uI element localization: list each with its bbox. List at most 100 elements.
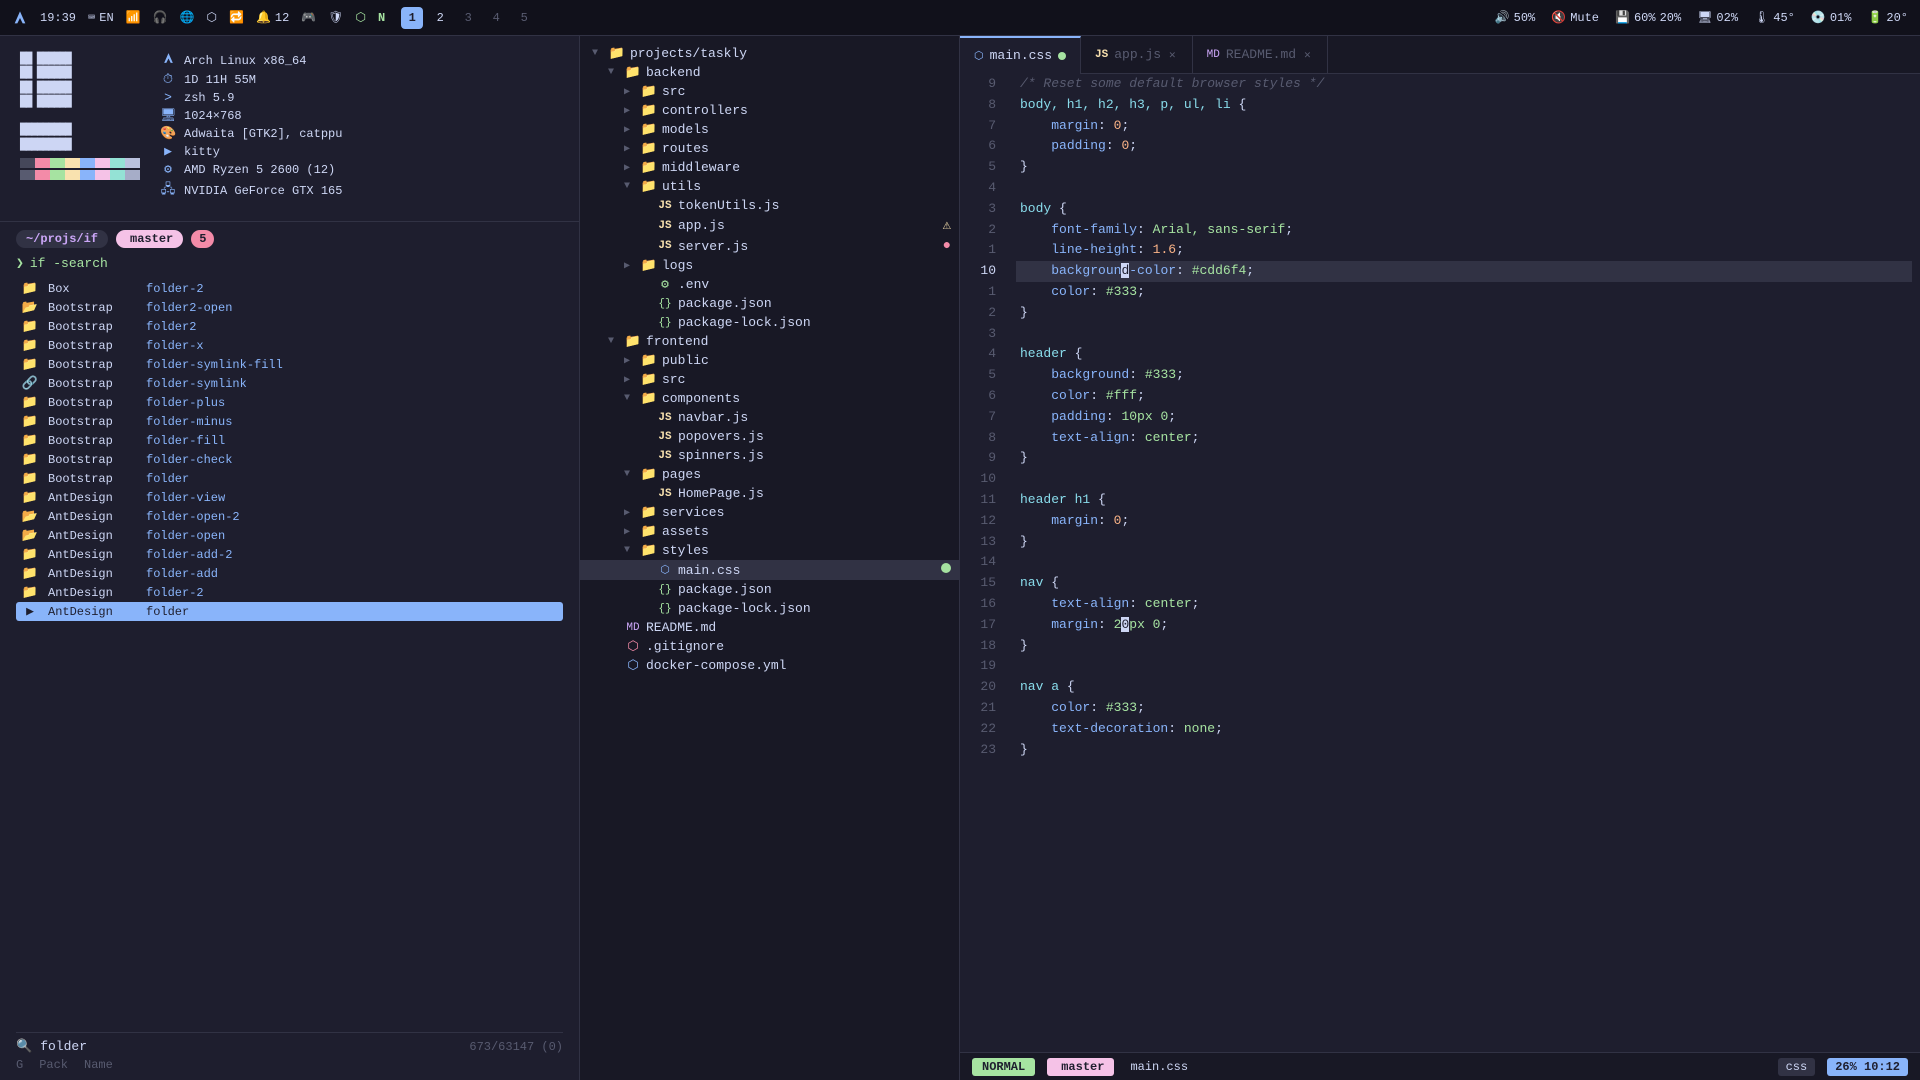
list-item[interactable]: 📁 Bootstrap folder-symlink-fill [16, 355, 563, 374]
tab-close-button[interactable]: ✕ [1167, 46, 1178, 64]
workspace-4[interactable]: 4 [485, 7, 507, 29]
search-query[interactable]: folder [40, 1039, 461, 1054]
code-view[interactable]: 9 8 7 6 5 4 3 2 1 10 1 2 3 4 5 6 7 8 9 1… [960, 74, 1920, 1052]
workspace-1[interactable]: 1 [401, 7, 423, 29]
code-line: margin: 0; [1016, 511, 1912, 532]
tree-item-controllers[interactable]: ▶ 📁 controllers [580, 101, 959, 120]
tree-item-pkg-frontend[interactable]: {} package.json [580, 580, 959, 599]
js-icon: JS [656, 240, 674, 252]
tab-close-button2[interactable]: ✕ [1302, 46, 1313, 64]
tree-arrow-icon [640, 431, 652, 442]
list-item[interactable]: 📁 AntDesign folder-2 [16, 583, 563, 602]
tab-appjs[interactable]: JS app.js ✕ [1081, 36, 1193, 74]
list-item[interactable]: 📂 Bootstrap folder2-open [16, 298, 563, 317]
list-item-selected[interactable]: ▶ AntDesign folder [16, 602, 563, 621]
tree-item-src-frontend[interactable]: ▶ 📁 src [580, 370, 959, 389]
icon-list[interactable]: 📁 Box folder-2 📂 Bootstrap folder2-open … [16, 279, 563, 1032]
tree-item-pkg-backend[interactable]: {} package.json [580, 294, 959, 313]
tree-item-docker[interactable]: ⬡ docker-compose.yml [580, 656, 959, 675]
tree-item-backend[interactable]: ▼ 📁 backend [580, 63, 959, 82]
tree-item-navbar[interactable]: JS navbar.js [580, 408, 959, 427]
tree-item-spinners[interactable]: JS spinners.js [580, 446, 959, 465]
list-item[interactable]: 📁 Bootstrap folder-check [16, 450, 563, 469]
code-line: body, h1, h2, h3, p, ul, li { [1016, 95, 1912, 116]
folder-icon: 📁 [20, 281, 40, 296]
list-item[interactable]: 📁 AntDesign folder-add-2 [16, 545, 563, 564]
tree-item-public[interactable]: ▶ 📁 public [580, 351, 959, 370]
topbar: 19:39 ⌨ EN 📶 🎧 🌐 ⬡ 🔁 🔔 12 🎮 🛡 ⬡ N 1 2 3 … [0, 0, 1920, 36]
mute-button[interactable]: 🔇 Mute [1551, 10, 1599, 25]
tree-item-pkglock-frontend[interactable]: {} package-lock.json [580, 599, 959, 618]
tree-item-projects[interactable]: ▼ 📁 projects/taskly [580, 44, 959, 63]
js-icon: JS [656, 220, 674, 232]
theme-value: Adwaita [GTK2], catppu [184, 127, 342, 141]
code-line: nav a { [1016, 677, 1912, 698]
keyboard-icon: ⌨ [88, 10, 95, 25]
code-line-cursor: background-color: #cdd6f4; [1016, 261, 1912, 282]
tree-item-appjs[interactable]: JS app.js ⚠ [580, 215, 959, 236]
ascii-art: ██ ██████ ██ ██████ ██ ██████ ██ ██████ … [20, 52, 140, 152]
terminal-prompt: ~/projs/if master 5 [0, 222, 579, 252]
tree-item-readme[interactable]: MD README.md [580, 618, 959, 637]
tree-item-src[interactable]: ▶ 📁 src [580, 82, 959, 101]
git-branch: master [116, 230, 183, 248]
uptime-value: 1D 11H 55M [184, 73, 256, 87]
list-item[interactable]: 📁 Box folder-2 [16, 279, 563, 298]
workspace-2[interactable]: 2 [429, 7, 451, 29]
code-line: padding: 10px 0; [1016, 407, 1912, 428]
tree-arrow-icon [608, 622, 620, 633]
folder-icon: 📁 [640, 353, 658, 368]
tree-item-tokenutils[interactable]: JS tokenUtils.js [580, 196, 959, 215]
tree-item-env[interactable]: ⚙ .env [580, 275, 959, 294]
status-language: css [1778, 1058, 1816, 1076]
list-item[interactable]: 📁 Bootstrap folder-plus [16, 393, 563, 412]
code-content[interactable]: /* Reset some default browser styles */ … [1008, 74, 1920, 1052]
tree-item-services[interactable]: ▶ 📁 services [580, 503, 959, 522]
list-item[interactable]: 📁 Bootstrap folder2 [16, 317, 563, 336]
tree-item-middleware[interactable]: ▶ 📁 middleware [580, 158, 959, 177]
tree-arrow-icon: ▼ [608, 67, 620, 78]
gpu-display: 🖥 02% [1697, 10, 1738, 25]
list-item[interactable]: 📁 Bootstrap folder [16, 469, 563, 488]
gpu-info: 🖧 NVIDIA GeForce GTX 165 [160, 180, 559, 202]
workspace-3[interactable]: 3 [457, 7, 479, 29]
list-item[interactable]: 📁 Bootstrap folder-fill [16, 431, 563, 450]
tree-item-maincss[interactable]: ⬡ main.css [580, 560, 959, 580]
tree-item-logs[interactable]: ▶ 📁 logs [580, 256, 959, 275]
code-line [1016, 552, 1912, 573]
list-item[interactable]: 📁 Bootstrap folder-minus [16, 412, 563, 431]
tree-item-models[interactable]: ▶ 📁 models [580, 120, 959, 139]
tree-item-routes[interactable]: ▶ 📁 routes [580, 139, 959, 158]
tab-maincss[interactable]: ⬡ main.css [960, 36, 1081, 74]
tab-readme[interactable]: MD README.md ✕ [1193, 36, 1328, 74]
tree-item-utils[interactable]: ▼ 📁 utils [580, 177, 959, 196]
tree-item-styles[interactable]: ▼ 📁 styles [580, 541, 959, 560]
os-value: Arch Linux x86_64 [184, 54, 306, 68]
list-item[interactable]: 📁 AntDesign folder-view [16, 488, 563, 507]
tree-item-homepage[interactable]: JS HomePage.js [580, 484, 959, 503]
list-item[interactable]: 📁 AntDesign folder-add [16, 564, 563, 583]
neofetch-info: Arch Linux x86_64 ⏱ 1D 11H 55M > zsh 5.9… [160, 52, 559, 205]
change-count: 5 [191, 230, 214, 248]
tree-item-serverjs[interactable]: JS server.js ● [580, 236, 959, 256]
command-text: if -search [30, 256, 108, 271]
code-line: background: #333; [1016, 365, 1912, 386]
workspace-switcher[interactable]: 1 2 3 4 5 [401, 7, 535, 29]
topbar-right: 🔊 50% 🔇 Mute 💾 60% 20% 🖥 02% 🌡 45° 💿 01%… [1495, 10, 1908, 25]
tree-item-components[interactable]: ▼ 📁 components [580, 389, 959, 408]
tree-item-frontend[interactable]: ▼ 📁 frontend [580, 332, 959, 351]
terminal-icon: ▶ [160, 144, 176, 159]
folder-icon: 📁 [624, 334, 642, 349]
list-item[interactable]: 📂 AntDesign folder-open-2 [16, 507, 563, 526]
tab-label: README.md [1226, 47, 1296, 62]
tree-item-pages[interactable]: ▼ 📁 pages [580, 465, 959, 484]
list-item[interactable]: 🔗 Bootstrap folder-symlink [16, 374, 563, 393]
code-line: color: #333; [1016, 282, 1912, 303]
list-item[interactable]: 📂 AntDesign folder-open [16, 526, 563, 545]
list-item[interactable]: 📁 Bootstrap folder-x [16, 336, 563, 355]
workspace-5[interactable]: 5 [513, 7, 535, 29]
tree-item-assets[interactable]: ▶ 📁 assets [580, 522, 959, 541]
tree-item-popovers[interactable]: JS popovers.js [580, 427, 959, 446]
tree-item-gitignore[interactable]: ⬡ .gitignore [580, 637, 959, 656]
tree-item-pkglock-backend[interactable]: {} package-lock.json [580, 313, 959, 332]
